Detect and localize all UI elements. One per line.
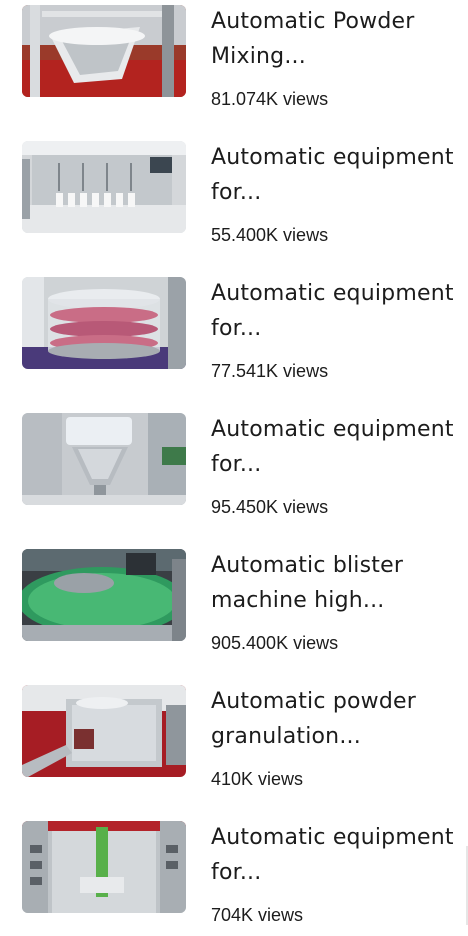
view-count: 55.400K views: [211, 225, 329, 245]
video-list-item[interactable]: Automatic equipment for... 77.541K views: [0, 272, 468, 392]
bottle-filling-thumbnail[interactable]: [22, 141, 186, 233]
view-count: 95.450K views: [211, 497, 329, 517]
granulator-thumbnail[interactable]: [22, 685, 186, 777]
video-title[interactable]: Automatic blister machine high...: [211, 548, 461, 618]
video-title[interactable]: Automatic equipment for...: [211, 820, 461, 890]
video-list-item[interactable]: Automatic powder granulation... 410K vie…: [0, 680, 468, 800]
video-title[interactable]: Automatic powder granulation...: [211, 684, 461, 754]
view-count: 77.541K views: [211, 361, 329, 381]
powder-mixer-thumbnail[interactable]: [22, 5, 186, 97]
capsule-drum-thumbnail[interactable]: [22, 277, 186, 369]
video-list-item[interactable]: Automatic equipment for... 95.450K views: [0, 408, 468, 528]
video-list-item[interactable]: Automatic blister machine high... 905.40…: [0, 544, 468, 664]
video-list-item[interactable]: Automatic Powder Mixing... 81.074K views: [0, 0, 468, 120]
funnel-hopper-thumbnail[interactable]: [22, 413, 186, 505]
video-title[interactable]: Automatic equipment for...: [211, 412, 461, 482]
view-count: 905.400K views: [211, 633, 339, 653]
video-title[interactable]: Automatic equipment for...: [211, 140, 461, 210]
video-list-item[interactable]: Automatic equipment for... 55.400K views: [0, 136, 468, 256]
video-title[interactable]: Automatic equipment for...: [211, 276, 461, 346]
green-tablets-thumbnail[interactable]: [22, 549, 186, 641]
video-list-item[interactable]: Automatic equipment for... 704K views: [0, 816, 468, 936]
video-title[interactable]: Automatic Powder Mixing...: [211, 4, 461, 74]
view-count: 81.074K views: [211, 89, 329, 109]
view-count: 410K views: [211, 769, 304, 789]
view-count: 704K views: [211, 905, 304, 925]
packing-machine-thumbnail[interactable]: [22, 821, 186, 913]
